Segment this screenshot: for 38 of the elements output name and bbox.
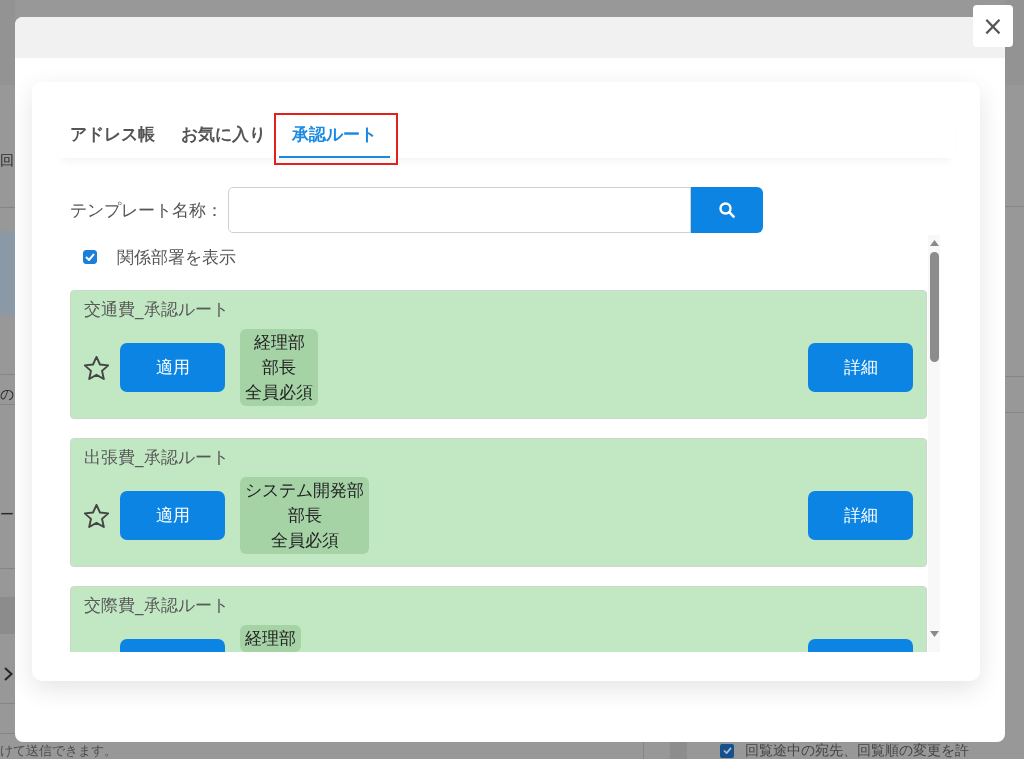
checkmark-icon [722, 747, 732, 754]
background-text: ー [0, 505, 14, 524]
checkbox[interactable] [720, 743, 734, 758]
checkbox[interactable] [83, 250, 97, 264]
approver-text: 経理部 [245, 627, 296, 650]
details-button[interactable]: 詳細 [808, 491, 913, 540]
approver-text: 部長 [287, 504, 322, 527]
tab[interactable]: アドレス帳 [57, 113, 168, 158]
close-button[interactable]: × [973, 5, 1013, 47]
star-icon[interactable] [84, 503, 109, 528]
search-button[interactable] [691, 187, 763, 233]
approver-text: システム開発部 [245, 479, 364, 502]
approver-text: 全員必須 [245, 381, 313, 404]
checkmark-icon [85, 253, 95, 261]
approver-text: 全員必須 [270, 529, 339, 552]
scrollbar-thumb[interactable] [929, 252, 939, 362]
background-text: の [0, 385, 14, 404]
background-text: 回 [0, 151, 14, 170]
route-title: 交際費_承認ルート [84, 594, 230, 616]
details-button[interactable]: 詳細 [808, 343, 913, 392]
chevron-right-icon [4, 667, 13, 681]
tab[interactable]: 承認ルート [279, 113, 390, 158]
tab[interactable]: お気に入り [168, 113, 279, 158]
search-field[interactable] [228, 187, 691, 233]
field-label: テンプレート名称： [70, 198, 223, 222]
search-icon [719, 202, 735, 218]
checkbox-label: 回覧途中の宛先、回覧順の変更を許 [745, 742, 969, 759]
route-title: 交通費_承認ルート [84, 298, 230, 320]
scroll-up-arrow-icon[interactable] [929, 240, 939, 246]
approver-text: 経理部 [253, 331, 305, 354]
star-icon[interactable] [84, 355, 109, 380]
approver-text: 部長 [262, 356, 296, 379]
apply-button[interactable]: 適用 [120, 491, 225, 540]
apply-button[interactable]: 適用 [120, 343, 225, 392]
background-text: けて送信できます。 [0, 742, 117, 759]
route-title: 出張費_承認ルート [84, 446, 230, 468]
checkbox-label[interactable]: 関係部署を表示 [117, 245, 236, 269]
scroll-down-arrow-icon[interactable] [929, 631, 939, 637]
